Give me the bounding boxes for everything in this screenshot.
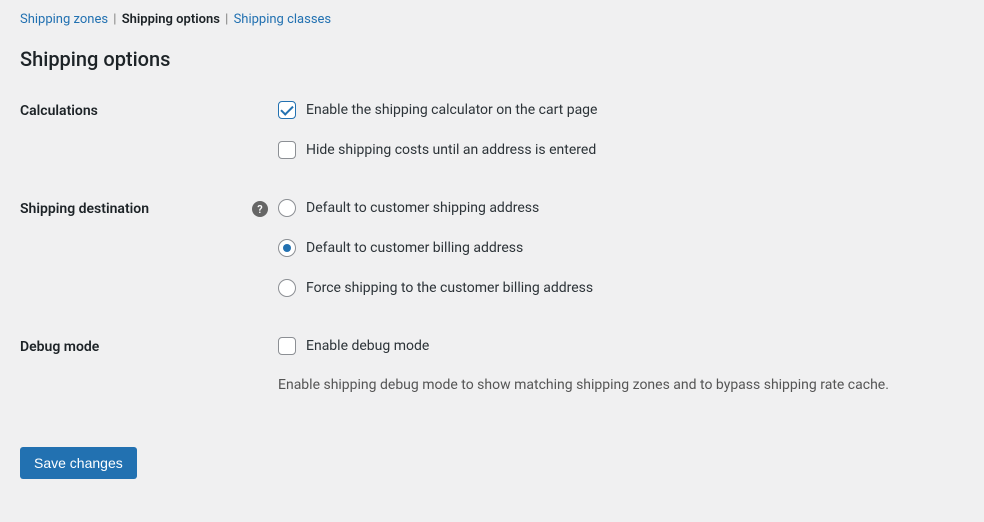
checkbox-label[interactable]: Enable the shipping calculator on the ca… [306,102,597,118]
radio-label[interactable]: Default to customer billing address [306,240,523,256]
radio-force-bill[interactable] [278,279,296,297]
checkbox-enable-calculator[interactable] [278,101,296,119]
field-hide-costs[interactable]: Hide shipping costs until an address is … [278,141,964,159]
radio-ship-address[interactable] [278,199,296,217]
radio-option-ship-address[interactable]: Default to customer shipping address [278,199,964,217]
page-title: Shipping options [20,47,964,71]
field-enable-debug[interactable]: Enable debug mode [278,337,964,355]
radio-label[interactable]: Default to customer shipping address [306,200,539,216]
tab-shipping-options[interactable]: Shipping options [122,12,220,27]
checkbox-label[interactable]: Enable debug mode [306,338,429,354]
shipping-subtabs: Shipping zones | Shipping options | Ship… [20,12,964,27]
checkbox-hide-costs[interactable] [278,141,296,159]
radio-bill-address[interactable] [278,239,296,257]
row-shipping-destination: Shipping destination ? Default to custom… [20,199,964,297]
tab-separator: | [225,12,228,27]
radio-label[interactable]: Force shipping to the customer billing a… [306,280,593,296]
radio-option-force-bill[interactable]: Force shipping to the customer billing a… [278,279,964,297]
tab-separator: | [113,12,116,27]
label-debug-mode: Debug mode [20,337,278,355]
row-calculations: Calculations Enable the shipping calcula… [20,101,964,159]
save-changes-button[interactable]: Save changes [20,447,137,479]
checkbox-label[interactable]: Hide shipping costs until an address is … [306,142,596,158]
label-shipping-destination: Shipping destination ? [20,199,278,217]
tab-shipping-classes[interactable]: Shipping classes [234,12,332,27]
radio-option-bill-address[interactable]: Default to customer billing address [278,239,964,257]
tab-shipping-zones[interactable]: Shipping zones [20,12,108,27]
label-calculations: Calculations [20,101,278,119]
checkbox-enable-debug[interactable] [278,337,296,355]
help-icon[interactable]: ? [252,201,268,217]
debug-description: Enable shipping debug mode to show match… [278,377,964,393]
field-enable-calculator[interactable]: Enable the shipping calculator on the ca… [278,101,964,119]
row-debug-mode: Debug mode Enable debug mode Enable ship… [20,337,964,393]
